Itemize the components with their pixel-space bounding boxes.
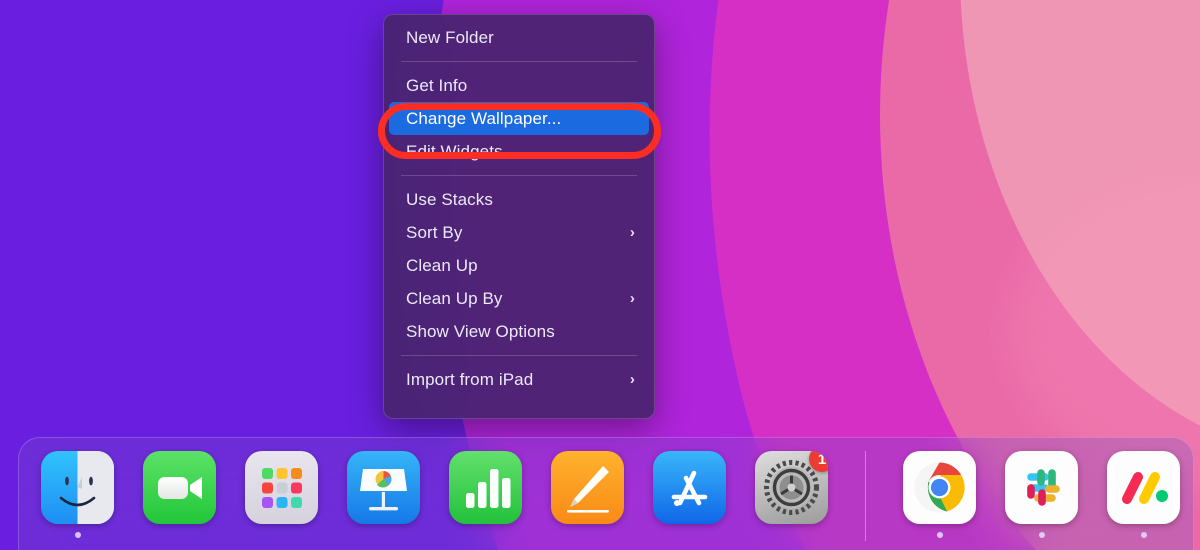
menu-item-label: Edit Widgets... — [406, 141, 518, 161]
chevron-right-icon: › — [629, 224, 635, 241]
system-preferences-icon[interactable]: 1 — [755, 451, 828, 524]
running-indicator-dot — [936, 532, 943, 538]
running-indicator-dot — [1140, 532, 1147, 538]
monday-icon[interactable] — [1107, 451, 1180, 524]
dock-app-pages[interactable] — [551, 451, 624, 538]
dock-separator — [865, 451, 866, 541]
dock-app-monday-com[interactable] — [1107, 451, 1180, 538]
facetime-icon[interactable] — [143, 451, 216, 524]
menu-item-use-stacks[interactable]: Use Stacks — [389, 183, 649, 216]
menu-item-new-folder[interactable]: New Folder — [389, 21, 649, 54]
numbers-icon[interactable] — [449, 451, 522, 524]
menu-item-label: Show View Options — [406, 321, 555, 341]
running-indicator-dot — [1038, 532, 1045, 538]
dock-app-finder[interactable] — [41, 451, 114, 538]
desktop-screen: New Folder Get Info Change Wallpaper... Edi… — [0, 0, 1200, 550]
desktop-context-menu[interactable]: New Folder Get Info Change Wallpaper... Edi… — [383, 14, 655, 419]
menu-item-label: Clean Up By — [406, 288, 503, 308]
menu-separator — [401, 355, 637, 356]
menu-separator — [401, 175, 637, 176]
keynote-icon[interactable] — [347, 451, 420, 524]
menu-item-label: Import from iPad — [406, 369, 534, 389]
slack-icon[interactable] — [1005, 451, 1078, 524]
dock-app-app-store[interactable] — [653, 451, 726, 538]
finder-icon[interactable] — [41, 451, 114, 524]
menu-item-label: Use Stacks — [406, 189, 493, 209]
running-indicator-dot — [74, 532, 81, 538]
menu-item-label: Change Wallpaper... — [406, 108, 562, 128]
menu-item-label: Sort By — [406, 222, 463, 242]
dock-app-slack[interactable] — [1005, 451, 1078, 538]
menu-item-label: Clean Up — [406, 255, 478, 275]
menu-item-clean-up[interactable]: Clean Up — [389, 249, 649, 282]
menu-item-change-wallpaper[interactable]: Change Wallpaper... — [389, 102, 649, 135]
menu-item-sort-by[interactable]: Sort By › — [389, 216, 649, 249]
dock-app-launchpad[interactable] — [245, 451, 318, 538]
app-store-icon[interactable] — [653, 451, 726, 524]
chevron-right-icon: › — [629, 290, 635, 307]
dock-app-keynote[interactable] — [347, 451, 420, 538]
chrome-icon[interactable] — [903, 451, 976, 524]
dock-app-facetime[interactable] — [143, 451, 216, 538]
menu-item-import-from-ipad[interactable]: Import from iPad › — [389, 363, 649, 396]
menu-item-get-info[interactable]: Get Info — [389, 69, 649, 102]
menu-item-edit-widgets[interactable]: Edit Widgets... — [389, 135, 649, 168]
menu-item-label: Get Info — [406, 75, 468, 95]
menu-item-show-view-options[interactable]: Show View Options — [389, 315, 649, 348]
menu-item-label: New Folder — [406, 27, 494, 47]
dock-app-numbers[interactable] — [449, 451, 522, 538]
menu-item-clean-up-by[interactable]: Clean Up By › — [389, 282, 649, 315]
dock-app-system-preferences[interactable]: 1 — [755, 451, 828, 538]
dock[interactable]: 1 — [18, 437, 1194, 550]
chevron-right-icon: › — [629, 371, 635, 388]
dock-app-google-chrome[interactable] — [903, 451, 976, 538]
pages-icon[interactable] — [551, 451, 624, 524]
launchpad-icon[interactable] — [245, 451, 318, 524]
menu-separator — [401, 61, 637, 62]
